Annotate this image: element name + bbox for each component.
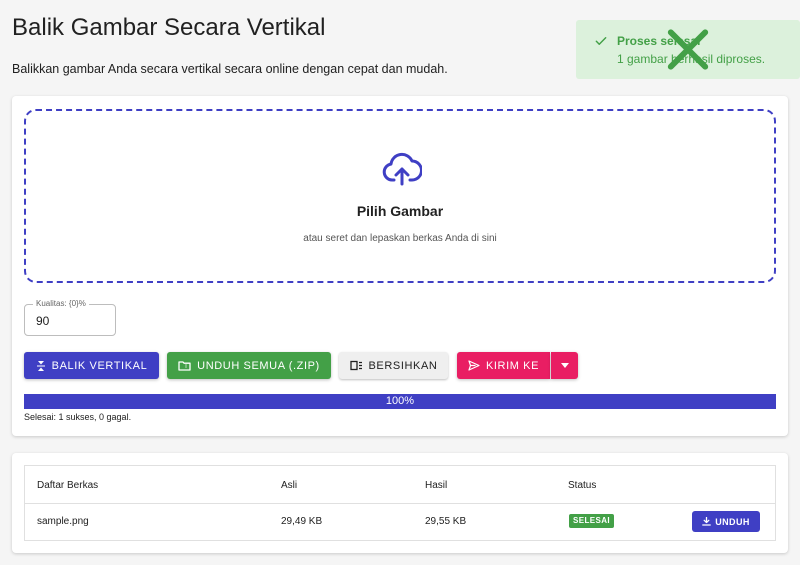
download-all-button[interactable]: UNDUH SEMUA (.ZIP) <box>167 352 331 379</box>
quality-field[interactable]: Kualitas: {0}% 90 <box>24 299 116 336</box>
clear-label: BERSIHKAN <box>368 359 438 372</box>
download-label: UNDUH <box>715 516 750 527</box>
send-to-button[interactable]: KIRIM KE <box>457 352 550 379</box>
progress-label: 100% <box>385 395 415 407</box>
file-name: sample.png <box>37 516 89 527</box>
upload-card: Pilih Gambar atau seret dan lepaskan ber… <box>12 96 788 436</box>
folder-zip-icon <box>178 361 191 371</box>
send-to-dropdown-button[interactable] <box>551 352 578 379</box>
send-icon <box>468 360 480 371</box>
files-card: Daftar Berkas Asli Hasil Status sample.p… <box>12 453 788 553</box>
download-all-label: UNDUH SEMUA (.ZIP) <box>197 359 320 372</box>
download-button[interactable]: UNDUH <box>692 511 760 532</box>
header-original: Asli <box>281 480 298 491</box>
file-result-size: 29,55 KB <box>425 516 467 527</box>
progress-bar: 100% <box>24 394 776 409</box>
header-file-list: Daftar Berkas <box>37 480 99 491</box>
close-icon[interactable] <box>576 20 800 79</box>
dropzone-title: Pilih Gambar <box>356 203 444 219</box>
status-badge: SELESAI <box>569 514 615 528</box>
result-summary: Selesai: 1 sukses, 0 gagal. <box>24 412 132 422</box>
flip-vertical-icon <box>36 360 45 371</box>
dropzone[interactable]: Pilih Gambar atau seret dan lepaskan ber… <box>24 109 776 283</box>
flip-vertical-label: BALIK VERTIKAL <box>51 359 148 372</box>
caret-down-icon <box>560 363 569 368</box>
page-title: Balik Gambar Secara Vertikal <box>12 14 326 41</box>
clear-list-icon <box>349 360 362 371</box>
file-original-size: 29,49 KB <box>281 516 323 527</box>
send-to-label: KIRIM KE <box>485 359 540 372</box>
quality-input[interactable]: 90 <box>36 314 49 328</box>
header-status: Status <box>568 480 597 491</box>
download-icon <box>702 517 712 526</box>
files-table: Daftar Berkas Asli Hasil Status sample.p… <box>24 465 776 541</box>
quality-label: Kualitas: {0}% <box>33 299 89 309</box>
dropzone-hint: atau seret dan lepaskan berkas Anda di s… <box>303 233 497 244</box>
clear-button[interactable]: BERSIHKAN <box>339 352 448 379</box>
table-divider <box>25 503 775 504</box>
flip-vertical-button[interactable]: BALIK VERTIKAL <box>24 352 159 379</box>
cloud-upload-icon <box>382 152 422 186</box>
page-subtitle: Balikkan gambar Anda secara vertikal sec… <box>12 62 448 76</box>
header-result: Hasil <box>425 480 448 491</box>
